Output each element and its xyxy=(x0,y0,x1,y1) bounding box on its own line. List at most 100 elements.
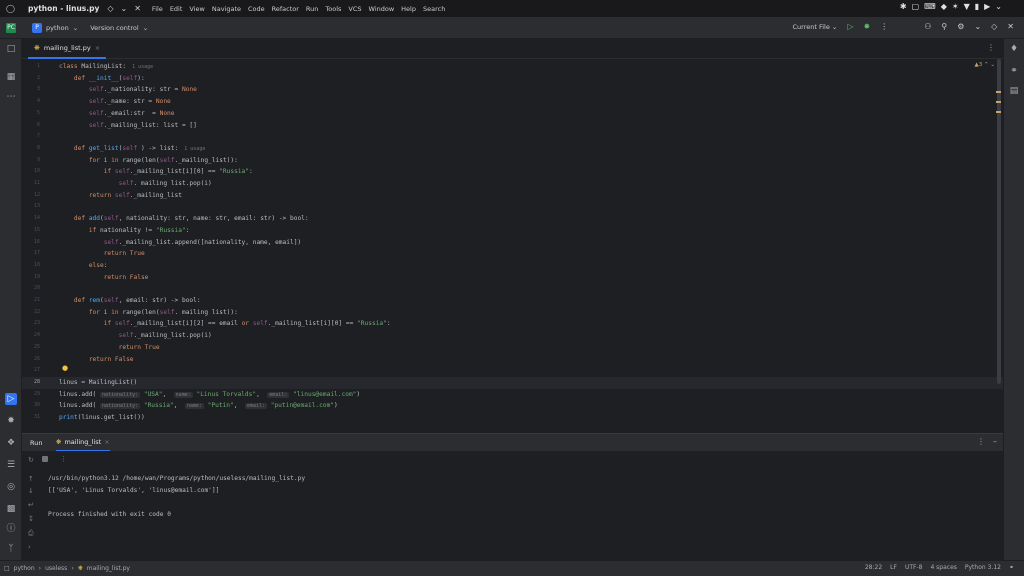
minimize-icon[interactable]: ⌄ xyxy=(974,22,981,31)
database-icon[interactable]: ▤ xyxy=(1008,85,1020,97)
folder-icon[interactable]: □ xyxy=(5,43,17,55)
tray-app-icon[interactable]: ✱ xyxy=(900,2,907,11)
menu-window[interactable]: Window xyxy=(369,5,395,13)
more-vertical-icon[interactable]: ⋮ xyxy=(60,455,67,463)
menu-tools[interactable]: Tools xyxy=(325,5,341,13)
jetbrains-logo-icon[interactable]: PC xyxy=(6,22,16,33)
close-tab-icon[interactable]: × xyxy=(104,438,109,446)
chevron-right-icon: › xyxy=(71,565,74,572)
warning-marker[interactable] xyxy=(996,91,1001,93)
caret-position[interactable]: 28:22 xyxy=(865,564,882,571)
layers-icon[interactable]: ☰ xyxy=(5,459,17,471)
file-encoding[interactable]: UTF-8 xyxy=(905,564,923,571)
problems-icon[interactable]: ⓘ xyxy=(5,523,17,535)
chevron-down-icon: ⌄ xyxy=(72,23,79,32)
menu-edit[interactable]: Edit xyxy=(170,5,183,13)
more-vertical-icon[interactable]: ⋮ xyxy=(977,437,985,446)
lock-icon[interactable]: ⚭ xyxy=(1009,564,1014,571)
python-packages-icon[interactable]: ❖ xyxy=(5,437,17,449)
volume-icon[interactable]: ▶ xyxy=(984,2,990,11)
gear-icon[interactable]: ⚙ xyxy=(957,22,964,31)
app-circle-icon[interactable]: ◯ xyxy=(6,4,15,13)
soft-wrap-icon[interactable]: ↵ xyxy=(28,501,34,509)
editor-scrollbar[interactable] xyxy=(997,59,1001,384)
battery-icon[interactable]: ▮ xyxy=(975,2,979,11)
more-vertical-icon[interactable]: ⋮ xyxy=(880,22,888,31)
keyboard-icon[interactable]: ⌨ xyxy=(924,2,936,11)
warning-marker[interactable] xyxy=(996,101,1001,103)
terminal-icon[interactable]: ▩ xyxy=(5,503,17,515)
debug-tool-icon[interactable]: ✸ xyxy=(5,415,17,427)
right-tool-strip: ♦ ⚭ ▤ xyxy=(1003,39,1024,560)
down-icon[interactable]: ↓ xyxy=(28,487,34,495)
code-line: return self._mailing_list xyxy=(59,190,182,202)
close-tab-icon[interactable]: × xyxy=(95,44,100,52)
code-token: in xyxy=(111,308,123,316)
clipboard-icon[interactable]: ▢ xyxy=(912,2,920,11)
intention-bulb-icon[interactable]: ● xyxy=(62,364,68,372)
print-icon[interactable]: ⎙ xyxy=(28,529,34,538)
more-vertical-icon[interactable]: ⋮ xyxy=(987,43,995,52)
rerun-icon[interactable]: ↻ xyxy=(28,456,34,464)
run-config-label: Current File xyxy=(792,22,830,31)
close-icon[interactable]: ✕ xyxy=(134,4,141,13)
services-icon[interactable]: ◎ xyxy=(5,481,17,493)
menu-run[interactable]: Run xyxy=(306,5,318,13)
menu-view[interactable]: View xyxy=(189,5,204,13)
scroll-end-icon[interactable]: ↧ xyxy=(28,515,34,523)
run-icon[interactable]: ▷ xyxy=(847,22,853,31)
stop-icon[interactable] xyxy=(42,456,48,462)
breadcrumb-project[interactable]: python xyxy=(14,565,35,572)
ai-assistant-icon[interactable]: ⚭ xyxy=(1008,65,1020,77)
more-horizontal-icon[interactable]: ⋯ xyxy=(5,91,17,103)
breadcrumb-file[interactable]: mailing_list.py xyxy=(87,565,130,572)
bluetooth-icon[interactable]: ✶ xyxy=(952,2,959,11)
git-icon[interactable]: ᛉ xyxy=(5,543,17,555)
menu-search[interactable]: Search xyxy=(423,5,445,13)
search-icon[interactable]: ⚲ xyxy=(941,22,947,31)
menu-file[interactable]: File xyxy=(152,5,163,13)
menu-vcs[interactable]: VCS xyxy=(348,5,361,13)
line-separator[interactable]: LF xyxy=(890,564,897,571)
line-number: 24 xyxy=(33,332,40,339)
notifications-icon[interactable]: ♦ xyxy=(1008,43,1020,55)
warning-marker[interactable] xyxy=(996,111,1001,113)
editor-tab[interactable]: ❋ mailing_list.py × xyxy=(28,39,107,59)
close-window-icon[interactable]: ✕ xyxy=(1007,22,1014,31)
code-line: self._mailing_list: list = [] xyxy=(59,120,197,132)
run-config-selector[interactable]: Current File ⌄ xyxy=(793,23,838,31)
speaker-muted-icon[interactable]: ◆ xyxy=(941,2,947,11)
line-number: 31 xyxy=(33,414,40,420)
inlay-hint: nationality: xyxy=(99,403,141,410)
menu-help[interactable]: Help xyxy=(401,5,416,13)
clear-icon[interactable]: › xyxy=(28,543,31,551)
run-tool-icon[interactable]: ▷ xyxy=(5,393,17,405)
add-user-icon[interactable]: ⚇ xyxy=(924,22,931,31)
project-widget[interactable]: P python ⌄ xyxy=(32,22,79,33)
run-panel-title[interactable]: Run xyxy=(30,439,42,447)
minimize-panel-icon[interactable]: – xyxy=(993,437,997,446)
up-icon[interactable]: ↑ xyxy=(28,475,34,483)
indent-setting[interactable]: 4 spaces xyxy=(930,564,956,571)
debug-icon[interactable]: ✸ xyxy=(864,22,871,31)
vcs-widget[interactable]: Version control ⌄ xyxy=(90,24,148,32)
menu-refactor[interactable]: Refactor xyxy=(272,5,299,13)
code-token: print xyxy=(59,414,78,421)
maximize-icon[interactable]: ◇ xyxy=(991,22,997,31)
inspection-widget[interactable]: ▲3 ⌃ ⌄ xyxy=(975,62,995,68)
chevron-down-icon[interactable]: ⌄ xyxy=(995,2,1002,11)
run-tab[interactable]: ❋ mailing_list × xyxy=(56,434,110,452)
breadcrumb-folder[interactable]: useless xyxy=(45,565,67,572)
code-token: None xyxy=(181,86,197,94)
interpreter-selector[interactable]: Python 3.12 xyxy=(965,564,1001,571)
structure-icon[interactable]: ▦ xyxy=(5,71,17,83)
code-editor[interactable]: 1 2 3 4 5 6 7 8 9 10 11 12 13 14 15 16 17 18 19 20 21 22 23 24 2… xyxy=(22,59,1003,429)
chevron-down-icon[interactable]: ⌄ xyxy=(121,4,128,13)
menu-code[interactable]: Code xyxy=(248,5,265,13)
console-output[interactable]: ↑ ↓ ↵ ↧ ⎙ › /usr/bin/python3.12 /home/wa… xyxy=(22,471,1003,560)
pin-icon[interactable]: ◇ xyxy=(107,4,113,13)
wifi-icon[interactable]: ▼ xyxy=(964,2,970,11)
menu-navigate[interactable]: Navigate xyxy=(212,5,241,13)
run-toolbar: ↻ ⋮ xyxy=(22,451,1003,471)
